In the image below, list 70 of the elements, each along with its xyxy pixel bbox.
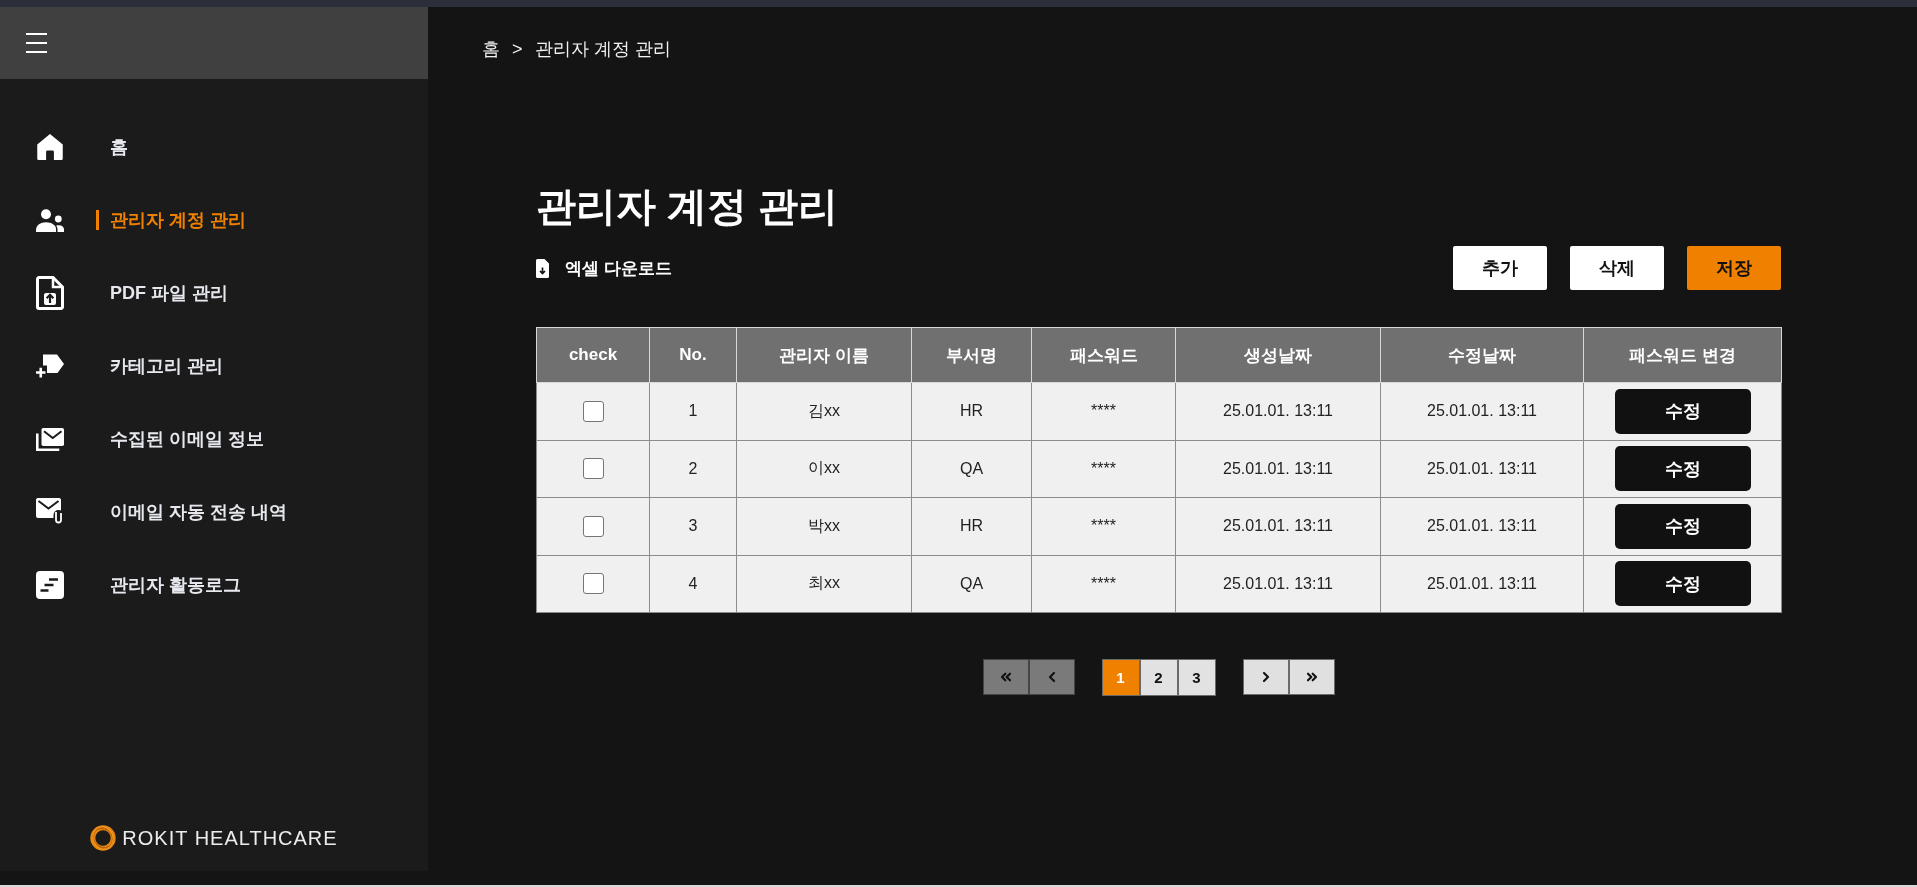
edit-button[interactable]: 수정 (1614, 446, 1751, 492)
excel-download-button[interactable]: 엑셀 다운로드 (536, 256, 672, 280)
sidebar-item[interactable]: PDF 파일 관리 (36, 271, 228, 315)
save-button[interactable]: 저장 (1687, 246, 1781, 290)
breadcrumb-current: 관리자 계정 관리 (534, 38, 671, 61)
menu-icon[interactable] (26, 33, 47, 53)
sidebar-item[interactable]: 관리자 활동로그 (36, 563, 241, 607)
edit-button[interactable]: 수정 (1614, 503, 1751, 549)
column-header: 관리자 이름 (736, 327, 912, 383)
table-cell: 25.01.01. 13:11 (1175, 440, 1381, 498)
mail-stack-icon (36, 427, 64, 451)
table-cell: 1 (649, 382, 737, 440)
edit-button[interactable]: 수정 (1614, 561, 1751, 607)
column-header: 패스워드 (1031, 327, 1176, 383)
column-header: check (536, 327, 650, 383)
sidebar-item[interactable]: 카테고리 관리 (36, 344, 223, 388)
table-cell: 25.01.01. 13:11 (1175, 555, 1381, 613)
checkbox[interactable] (582, 458, 604, 480)
table-cell: 이xx (736, 440, 912, 498)
table-cell: 박xx (736, 497, 912, 555)
breadcrumb-link[interactable]: 홈 (482, 37, 500, 61)
table-cell: 25.01.01. 13:11 (1380, 555, 1584, 613)
sidebar-item[interactable]: 이메일 자동 전송 내역 (36, 490, 287, 534)
table-cell: HR (911, 382, 1032, 440)
file-upload-icon (36, 276, 64, 310)
tag-plus-icon (36, 354, 64, 378)
table-cell: 2 (649, 440, 737, 498)
checkbox[interactable] (582, 400, 604, 422)
next-page-button[interactable] (1242, 659, 1289, 695)
table-cell: **** (1031, 440, 1176, 498)
table-cell: HR (911, 497, 1032, 555)
table-cell: 25.01.01. 13:11 (1175, 382, 1381, 440)
last-page-button[interactable] (1288, 659, 1335, 695)
column-header: 부서명 (911, 327, 1032, 383)
page-button[interactable]: 2 (1139, 659, 1178, 696)
ring-logo-icon (90, 825, 117, 851)
table-cell: 25.01.01. 13:11 (1175, 497, 1381, 555)
sidebar-item[interactable]: 관리자 계정 관리 (36, 198, 246, 242)
sidebar-item[interactable]: 홈 (36, 125, 128, 169)
edit-button[interactable]: 수정 (1614, 388, 1751, 434)
table-cell: 3 (649, 497, 737, 555)
column-header: No. (649, 327, 737, 383)
add-button[interactable]: 추가 (1453, 246, 1547, 290)
file-download-icon (536, 258, 549, 278)
table-cell: **** (1031, 382, 1176, 440)
table-cell: 25.01.01. 13:11 (1380, 382, 1584, 440)
table-cell: 4 (649, 555, 737, 613)
mail-clip-icon (36, 498, 64, 526)
sidebar-item[interactable]: 수집된 이메일 정보 (36, 417, 264, 461)
page-title: 관리자 계정 관리 (536, 183, 840, 230)
column-header: 생성날짜 (1175, 327, 1381, 383)
checkbox[interactable] (582, 515, 604, 537)
breadcrumb-separator: > (512, 38, 523, 61)
table-cell: **** (1031, 497, 1176, 555)
checkbox[interactable] (582, 573, 604, 595)
home-icon (37, 133, 63, 161)
table-cell: 김xx (736, 382, 912, 440)
page-button[interactable]: 3 (1177, 659, 1216, 696)
column-header: 패스워드 변경 (1583, 327, 1782, 383)
table-cell: QA (911, 440, 1032, 498)
table-cell: 25.01.01. 13:11 (1380, 497, 1584, 555)
users-icon (36, 208, 64, 232)
delete-button[interactable]: 삭제 (1570, 246, 1664, 290)
table-cell: **** (1031, 555, 1176, 613)
table-cell: QA (911, 555, 1032, 613)
table-cell: 최xx (736, 555, 912, 613)
notes-icon (36, 571, 64, 599)
column-header: 수정날짜 (1380, 327, 1584, 383)
brand-name: ROKIT HEALTHCARE (122, 826, 338, 851)
table-cell: 25.01.01. 13:11 (1380, 440, 1584, 498)
